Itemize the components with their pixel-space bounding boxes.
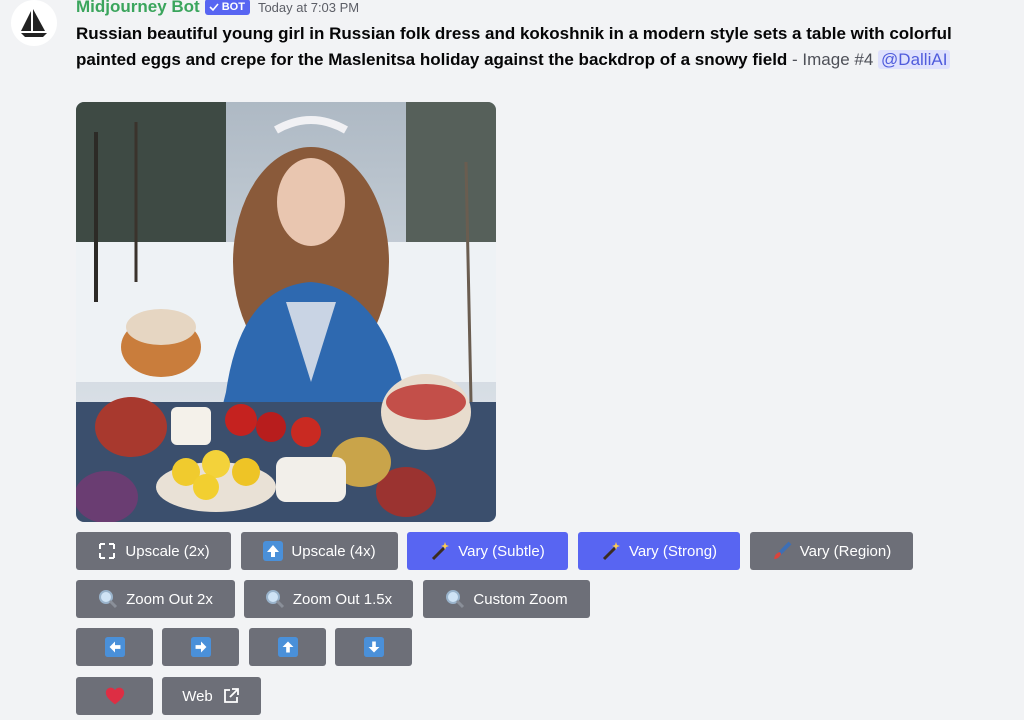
vary-strong-label: Vary (Strong)	[628, 542, 718, 560]
image-index-text: - Image #4	[787, 50, 879, 69]
pan-left-button[interactable]	[76, 628, 153, 666]
midjourney-logo-icon	[21, 9, 47, 37]
vary-strong-button[interactable]: Vary (Strong)	[578, 532, 740, 570]
up-arrow-icon	[263, 541, 284, 561]
bot-tag-label: BOT	[221, 0, 245, 13]
web-link-button[interactable]: Web	[162, 677, 261, 715]
upscale-4x-label: Upscale (4x)	[291, 542, 376, 560]
user-mention[interactable]: @DalliAI	[878, 50, 951, 69]
zoom-out-1-5x-label: Zoom Out 1.5x	[292, 590, 393, 608]
vary-region-button[interactable]: Vary (Region)	[750, 532, 913, 570]
web-label: Web	[182, 687, 213, 705]
upscale-4x-button[interactable]: Upscale (4x)	[241, 532, 398, 570]
expand-icon	[97, 541, 117, 561]
magic-wand-icon	[430, 541, 450, 561]
arrow-left-icon	[104, 637, 125, 657]
image-illustration	[76, 102, 496, 522]
magic-wand-icon	[601, 541, 621, 561]
vary-subtle-label: Vary (Subtle)	[458, 542, 545, 560]
zoom-out-1-5x-button[interactable]: Zoom Out 1.5x	[244, 580, 413, 618]
arrow-up-icon	[277, 637, 298, 657]
vary-subtle-button[interactable]: Vary (Subtle)	[407, 532, 568, 570]
heart-icon	[105, 686, 125, 706]
arrow-right-icon	[190, 637, 211, 657]
checkmark-icon	[209, 2, 219, 11]
pan-down-button[interactable]	[335, 628, 412, 666]
custom-zoom-label: Custom Zoom	[473, 590, 568, 608]
pan-right-button[interactable]	[162, 628, 239, 666]
zoom-out-2x-label: Zoom Out 2x	[126, 590, 213, 608]
upscale-2x-button[interactable]: Upscale (2x)	[76, 532, 231, 570]
magnifier-icon	[445, 589, 465, 609]
bot-avatar[interactable]	[11, 0, 57, 46]
upscale-2x-label: Upscale (2x)	[125, 542, 210, 560]
paintbrush-icon	[772, 541, 792, 561]
message-content: Russian beautiful young girl in Russian …	[76, 21, 976, 73]
custom-zoom-button[interactable]: Custom Zoom	[423, 580, 590, 618]
magnifier-icon	[265, 589, 285, 609]
external-link-icon	[221, 686, 241, 706]
pan-up-button[interactable]	[249, 628, 326, 666]
zoom-out-2x-button[interactable]: Zoom Out 2x	[76, 580, 235, 618]
vary-region-label: Vary (Region)	[799, 542, 892, 560]
author-name[interactable]: Midjourney Bot	[76, 0, 200, 17]
arrow-down-icon	[363, 637, 384, 657]
magnifier-icon	[98, 589, 118, 609]
message-header: Midjourney Bot BOT Today at 7:03 PM	[76, 0, 359, 20]
generated-image[interactable]	[76, 102, 496, 522]
bot-badge: BOT	[204, 0, 250, 15]
favorite-button[interactable]	[76, 677, 153, 715]
timestamp: Today at 7:03 PM	[257, 0, 360, 15]
